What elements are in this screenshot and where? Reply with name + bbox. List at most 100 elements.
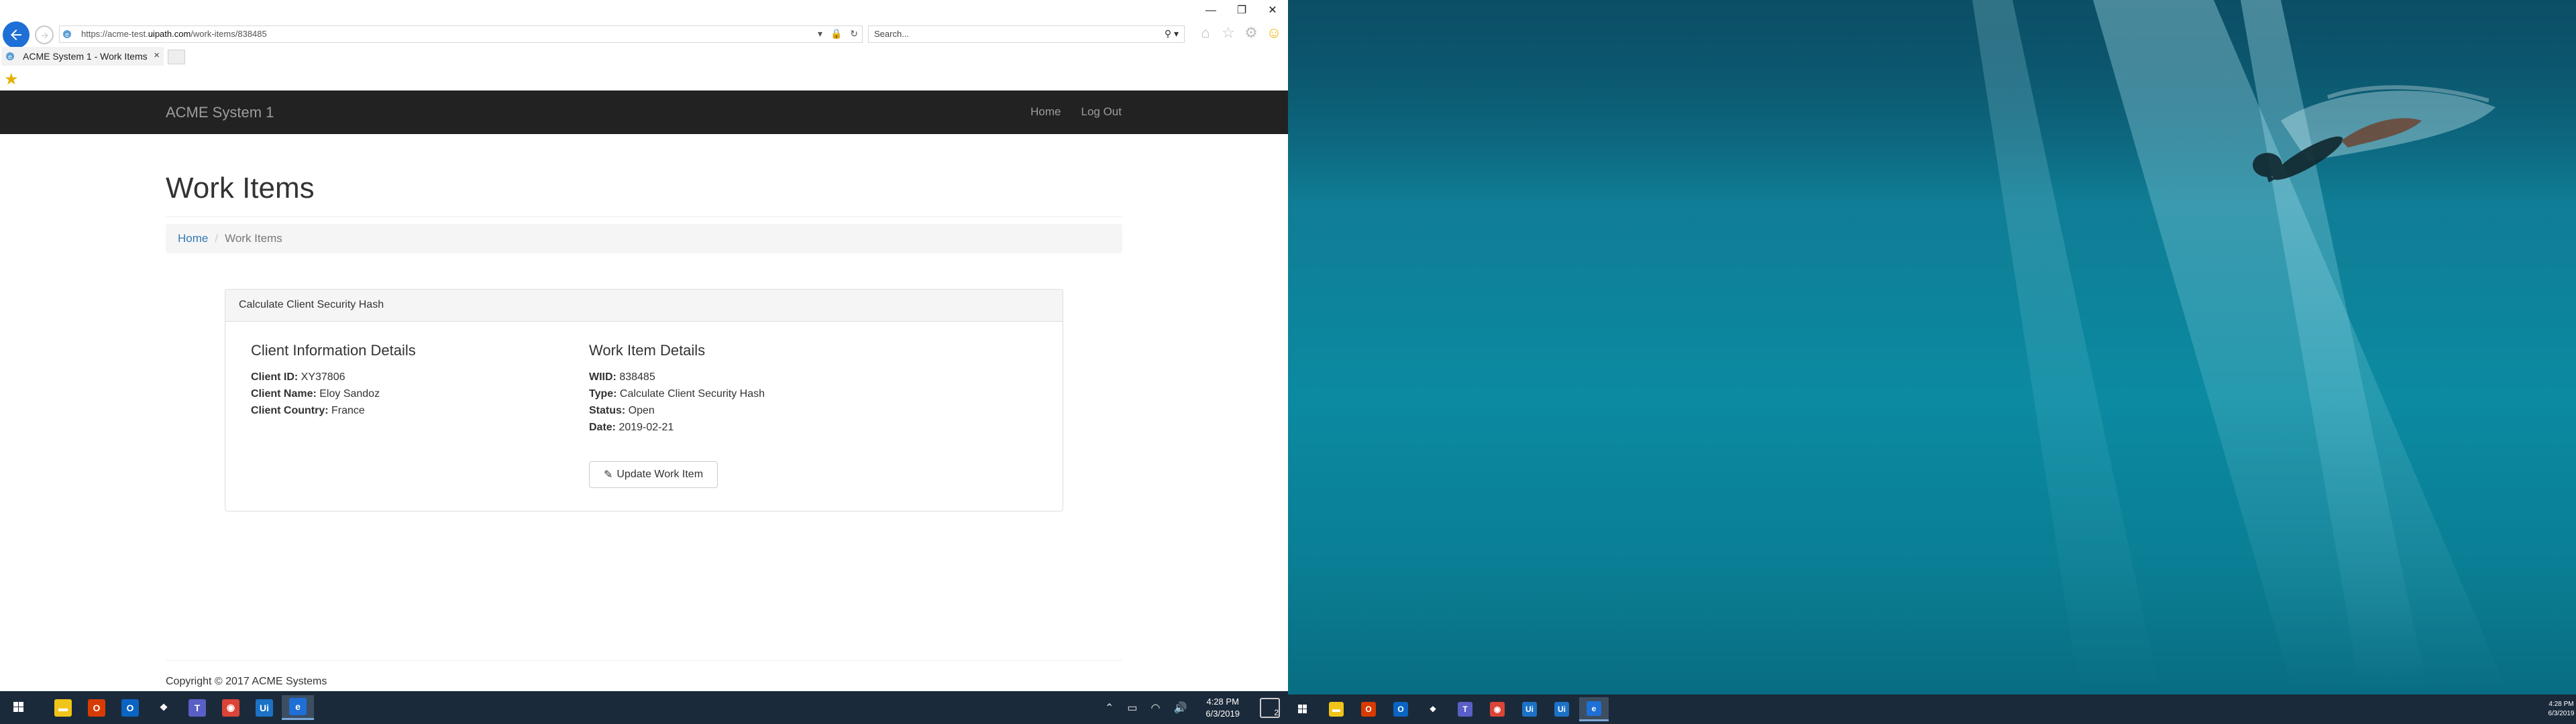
dropbox-icon: ❖: [155, 699, 172, 717]
uipath-studio-taskbar-button[interactable]: Ui: [1515, 697, 1544, 721]
start-button-right[interactable]: [1288, 695, 1318, 724]
new-tab-button[interactable]: [168, 50, 185, 64]
search-tools: ⚲ ▾: [1165, 28, 1179, 40]
work-item-panel: Calculate Client Security Hash Client In…: [225, 289, 1063, 511]
nav-home-link[interactable]: Home: [1030, 105, 1061, 119]
field-value: Open: [625, 405, 655, 416]
teams-taskbar-button[interactable]: T: [1450, 697, 1480, 721]
office-taskbar-button[interactable]: O: [80, 695, 113, 720]
taskbar-left: ▬ O O ❖ T ◉ Ui e ⌃ ▭ ◠ 🔊 4:28 PM 6/3/2019 2: [0, 691, 1288, 724]
field-value: 838485: [616, 371, 655, 383]
dropbox-taskbar-button[interactable]: ❖: [148, 695, 180, 720]
file-explorer-icon: ▬: [1329, 702, 1344, 717]
minimize-button[interactable]: —: [1195, 0, 1226, 21]
svg-text:e: e: [65, 32, 69, 39]
field-value: XY37806: [298, 371, 345, 383]
windows-logo-icon: [1298, 705, 1307, 713]
favorites-star-icon[interactable]: ☆: [1220, 24, 1237, 42]
nav-links: Home Log Out: [1030, 105, 1122, 119]
arrow-right-icon: [42, 32, 48, 39]
work-item-details-title: Work Item Details: [589, 342, 706, 359]
chevron-up-icon[interactable]: ⌃: [1105, 701, 1114, 715]
field-value: Eloy Sandoz: [316, 388, 380, 400]
tab-favicon-icon: e: [6, 52, 14, 61]
outlook-taskbar-button[interactable]: O: [1386, 697, 1415, 721]
toolbar-icons: ⌂ ☆ ⚙ ☺: [1197, 23, 1283, 43]
chrome-taskbar-button[interactable]: ◉: [1483, 697, 1512, 721]
breadcrumb-separator: /: [215, 232, 219, 245]
search-box[interactable]: Search... ⚲ ▾: [868, 25, 1185, 43]
window-controls: — ❐ ✕: [1195, 0, 1288, 21]
file-explorer-taskbar-button[interactable]: ▬: [47, 695, 79, 720]
notification-count: 2: [1274, 707, 1279, 717]
restore-button[interactable]: ❐: [1226, 0, 1257, 21]
chrome-icon: ◉: [222, 699, 239, 717]
dropbox-icon: ❖: [1426, 702, 1440, 717]
page-favicon-icon: e: [63, 30, 71, 39]
left-monitor: — ❐ ✕ e https://acme-test.uipath.com/wor…: [0, 0, 1288, 724]
address-bar[interactable]: e https://acme-test.uipath.com/work-item…: [59, 25, 863, 43]
tab-strip: e ACME System 1 - Work Items ×: [0, 46, 1288, 67]
system-tray: ⌃ ▭ ◠ 🔊 4:28 PM 6/3/2019 2: [1105, 691, 1288, 724]
file-explorer-icon: ▬: [54, 699, 72, 717]
right-monitor: ▬ O O ❖ T ◉ Ui Ui e 4:28 PM 6/3/2019: [1288, 0, 2576, 724]
field-label: WIID:: [589, 371, 616, 383]
feedback-smiley-icon[interactable]: ☺: [1265, 24, 1283, 42]
search-placeholder: Search...: [874, 29, 910, 39]
teams-taskbar-button[interactable]: T: [181, 695, 213, 720]
lock-icon[interactable]: 🔒: [830, 28, 842, 39]
field-value: 2019-02-21: [616, 422, 674, 433]
home-icon[interactable]: ⌂: [1197, 24, 1214, 42]
add-favorite-star-icon[interactable]: ★: [4, 70, 19, 89]
chrome-taskbar-button[interactable]: ◉: [215, 695, 247, 720]
battery-icon[interactable]: ▭: [1127, 701, 1137, 715]
dropbox-taskbar-button[interactable]: ❖: [1418, 697, 1448, 721]
start-button[interactable]: [0, 691, 38, 724]
outlook-taskbar-button[interactable]: O: [114, 695, 146, 720]
close-window-button[interactable]: ✕: [1257, 0, 1288, 21]
footer-divider: [166, 660, 1122, 661]
dropdown-arrow-icon[interactable]: ▾: [818, 28, 822, 39]
search-dropdown-icon[interactable]: ▾: [1174, 28, 1179, 39]
site-brand[interactable]: ACME System 1: [166, 104, 274, 121]
page-title: Work Items: [166, 172, 315, 204]
client-name-row: Client Name: Eloy Sandoz: [251, 385, 559, 402]
breadcrumb-home-link[interactable]: Home: [178, 232, 208, 245]
settings-gear-icon[interactable]: ⚙: [1242, 24, 1260, 42]
volume-icon[interactable]: 🔊: [1173, 701, 1187, 715]
uipath-robot-taskbar-button[interactable]: Ui: [1547, 697, 1576, 721]
windows-logo-icon: [13, 702, 23, 712]
file-explorer-taskbar-button[interactable]: ▬: [1322, 697, 1351, 721]
field-label: Status:: [589, 405, 626, 416]
tab-close-icon[interactable]: ×: [154, 50, 160, 61]
taskbar-clock-right[interactable]: 4:28 PM 6/3/2019: [2546, 700, 2576, 719]
forward-button[interactable]: [35, 25, 54, 44]
internet-explorer-taskbar-button[interactable]: e: [282, 695, 314, 720]
client-info-title: Client Information Details: [251, 342, 416, 359]
taskbar-clock[interactable]: 4:28 PM 6/3/2019: [1205, 696, 1240, 720]
url-path: /work-items/838485: [191, 29, 267, 39]
internet-explorer-taskbar-button[interactable]: e: [1579, 697, 1609, 721]
type-row: Type: Calculate Client Security Hash: [589, 385, 991, 402]
uipath-studio-icon: Ui: [256, 699, 273, 717]
tab-work-items[interactable]: e ACME System 1 - Work Items ×: [1, 47, 164, 66]
nav-logout-link[interactable]: Log Out: [1081, 105, 1122, 119]
field-label: Client Country:: [251, 405, 329, 416]
refresh-icon[interactable]: ↻: [850, 28, 858, 39]
office-taskbar-button[interactable]: O: [1354, 697, 1383, 721]
url-domain: uipath.com: [148, 29, 191, 39]
update-button-label: Update Work Item: [616, 469, 704, 480]
wiid-row: WIID: 838485: [589, 369, 991, 385]
office-icon: O: [1361, 702, 1376, 717]
uipath-studio-taskbar-button[interactable]: Ui: [248, 695, 280, 720]
wifi-icon[interactable]: ◠: [1151, 701, 1161, 715]
url-text: https://acme-test.uipath.com/work-items/…: [81, 29, 267, 39]
site-navbar: ACME System 1 Home Log Out: [0, 90, 1288, 134]
notifications-icon[interactable]: 2: [1260, 697, 1280, 718]
search-icon[interactable]: ⚲: [1165, 28, 1171, 39]
field-value: France: [328, 405, 365, 416]
back-button[interactable]: [3, 21, 30, 48]
field-label: Date:: [589, 422, 616, 433]
clock-time: 4:28 PM: [2548, 701, 2574, 708]
update-work-item-button[interactable]: ✎ Update Work Item: [589, 461, 718, 488]
